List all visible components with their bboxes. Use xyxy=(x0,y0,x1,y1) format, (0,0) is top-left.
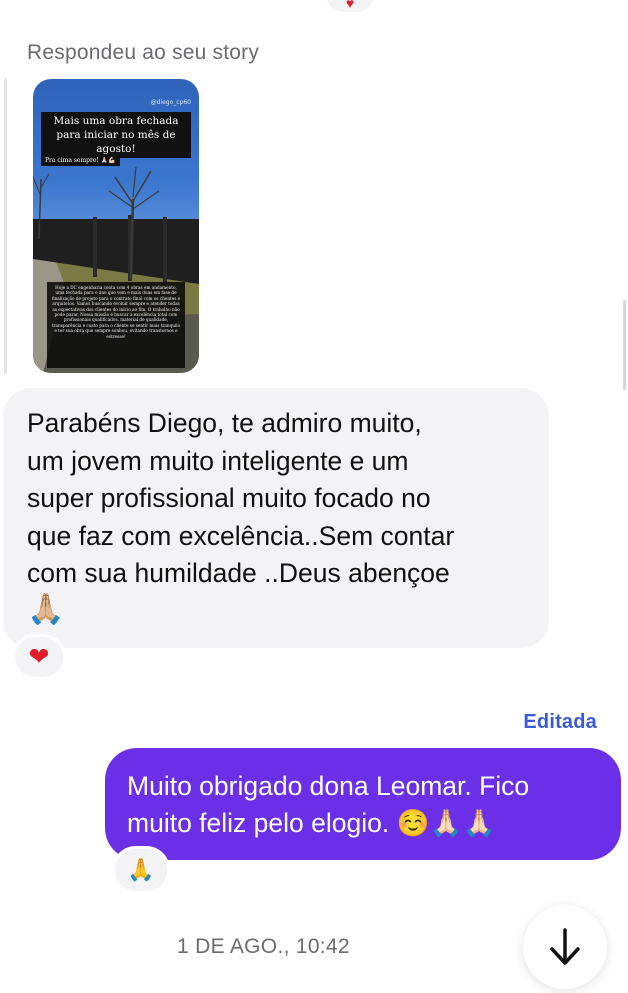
chat-screen: ♥ Respondeu ao seu story @diego_cp60 Mai… xyxy=(0,0,628,993)
story-body-text: Hoje a DC engenharia conta com 4 obras e… xyxy=(47,282,185,368)
pray-reaction-badge[interactable]: 🙏 xyxy=(112,846,170,894)
story-title: Mais uma obra fechada para iniciar no mê… xyxy=(41,112,191,158)
incoming-message-bubble[interactable]: Parabéns Diego, te admiro muito, um jove… xyxy=(3,388,549,648)
story-reply-caption: Respondeu ao seu story xyxy=(27,41,260,64)
arrow-down-icon xyxy=(550,928,580,965)
outgoing-message-bubble[interactable]: Muito obrigado dona Leomar. Fico muito f… xyxy=(105,748,621,860)
heart-icon: ❤ xyxy=(28,642,50,671)
scroll-to-bottom-button[interactable] xyxy=(523,905,607,989)
story-subtitle: Pra cima sempre! 🙏🏻💪🏻 xyxy=(41,155,120,166)
outgoing-message-text: Muito obrigado dona Leomar. Fico muito f… xyxy=(127,771,530,838)
praying-hands-emoji: 🙏🏼 xyxy=(27,592,65,626)
story-handle: @diego_cp60 xyxy=(150,99,191,106)
previous-message-reaction[interactable]: ♥ xyxy=(326,0,374,12)
scroll-indicator xyxy=(623,300,626,390)
incoming-message-text: Parabéns Diego, te admiro muito, um jove… xyxy=(27,408,455,588)
heart-icon: ♥ xyxy=(345,0,355,11)
heart-reaction-badge[interactable]: ❤ xyxy=(12,634,66,680)
edited-label[interactable]: Editada xyxy=(523,711,597,734)
story-preview[interactable]: @diego_cp60 Mais uma obra fechada para i… xyxy=(33,79,199,373)
message-timestamp: 1 DE AGO., 10:42 xyxy=(177,935,350,958)
story-reply-bar xyxy=(4,78,7,374)
